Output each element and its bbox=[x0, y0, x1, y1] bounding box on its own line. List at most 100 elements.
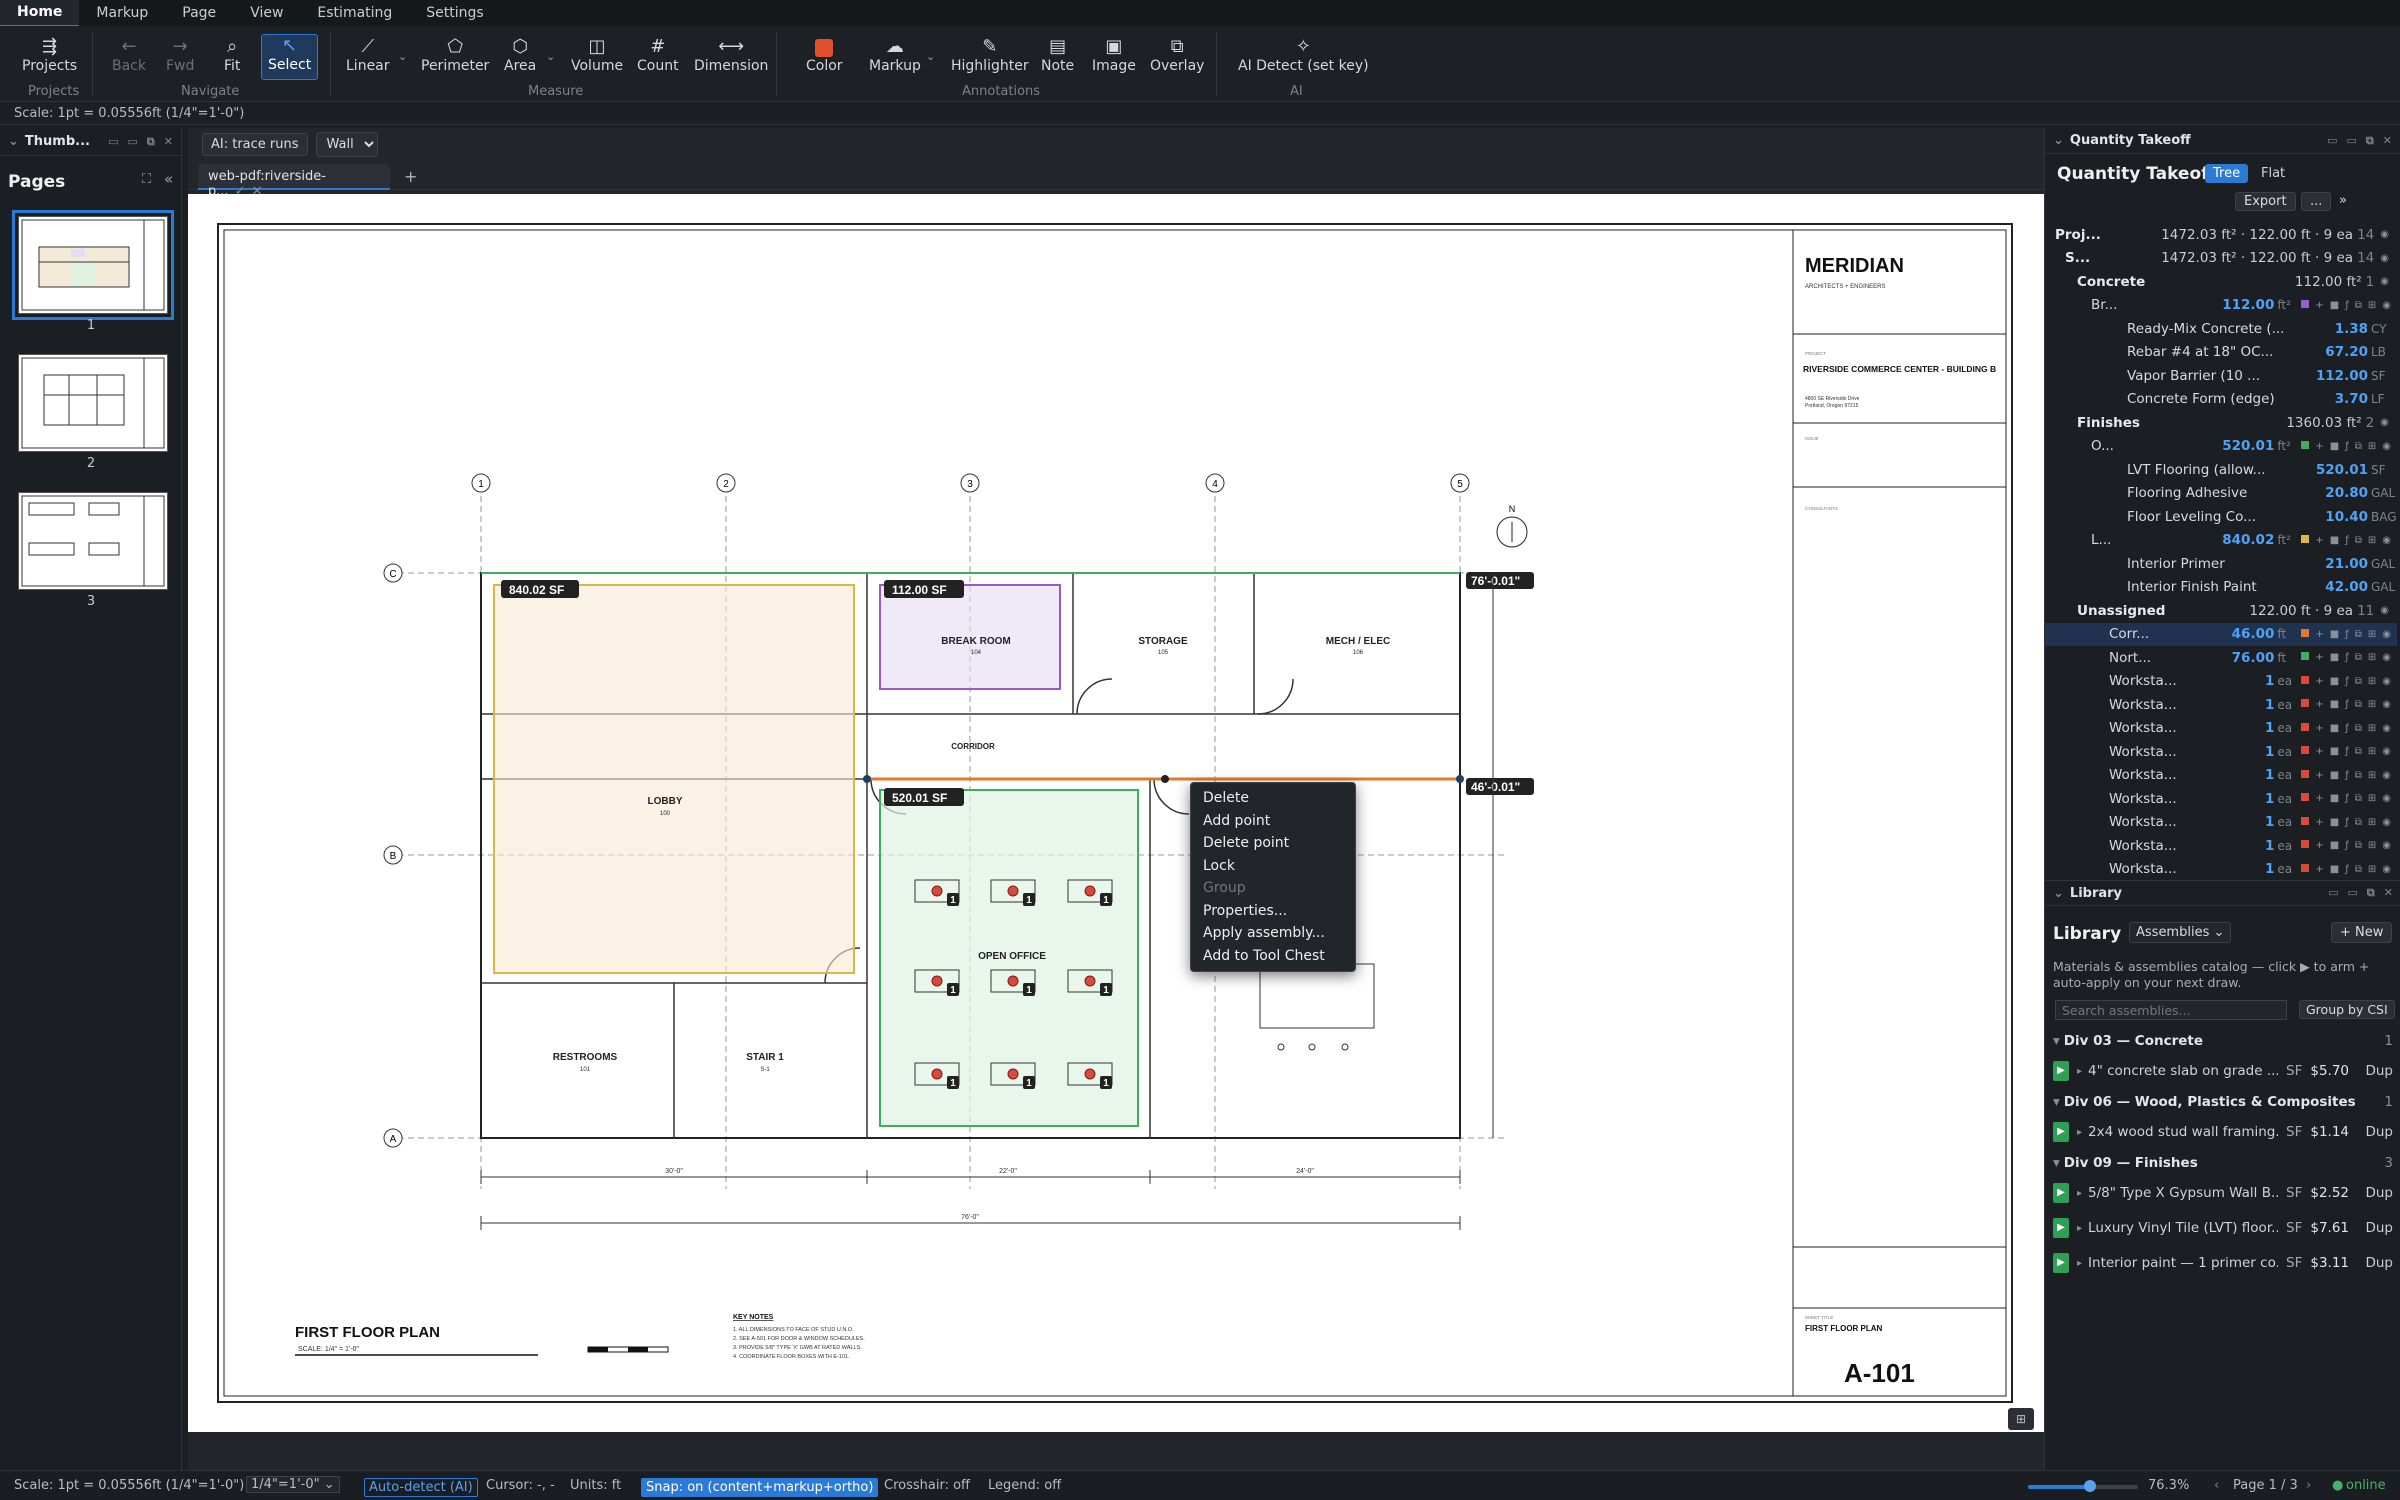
assembly-row[interactable]: ▶ ▸ Luxury Vinyl Tile (LVT) floor... SF $7.6… bbox=[2053, 1215, 2393, 1241]
menu-estimating[interactable]: Estimating bbox=[300, 0, 409, 26]
corridor-vertex-end[interactable] bbox=[1456, 775, 1464, 783]
note-tool-button[interactable]: ▤ Note bbox=[1041, 36, 1074, 84]
next-page-icon[interactable]: › bbox=[2306, 1478, 2311, 1493]
ctx-delete-point[interactable]: Delete point bbox=[1191, 832, 1355, 855]
pin-icon[interactable]: + bbox=[2315, 300, 2323, 311]
ctx-properties[interactable]: Properties... bbox=[1191, 900, 1355, 923]
document-tab[interactable]: web-pdf:riverside-p... ✓ ✕ bbox=[198, 164, 390, 199]
ctx-add-point[interactable]: Add point bbox=[1191, 810, 1355, 833]
export-button[interactable]: Export bbox=[2235, 192, 2296, 211]
duplicate-button[interactable]: Dup bbox=[2365, 1220, 2393, 1236]
color-swatch-icon[interactable] bbox=[2301, 863, 2310, 872]
count-tool-button[interactable]: # Count bbox=[637, 36, 679, 84]
corridor-vertex-start[interactable] bbox=[863, 775, 871, 783]
dock-bottom-icon[interactable]: ▭ bbox=[128, 135, 138, 149]
takeoff-row[interactable]: Rebar #4 at 18" OC... 67.20 LB bbox=[2045, 341, 2397, 365]
visibility-eye-icon[interactable]: ◉ bbox=[2382, 746, 2391, 757]
visibility-eye-icon[interactable]: ◉ bbox=[2382, 770, 2391, 781]
library-type-select[interactable]: Assemblies ⌄ bbox=[2129, 922, 2232, 943]
pin-icon[interactable]: + bbox=[2315, 793, 2323, 804]
dock-icon[interactable]: ▭ bbox=[2328, 886, 2338, 900]
expand-chevron-icon[interactable]: ▸ bbox=[2077, 1127, 2082, 1138]
pin-icon[interactable]: + bbox=[2315, 840, 2323, 851]
table-icon[interactable]: ⊞ bbox=[2368, 864, 2376, 875]
formula-icon[interactable]: ƒ bbox=[2345, 300, 2349, 311]
takeoff-row[interactable]: Proj... 1472.03 ft² · 122.00 ft · 9 ea 14 ◉ bbox=[2045, 223, 2397, 247]
expand-icon[interactable]: ⛶ bbox=[142, 172, 151, 187]
copy-icon[interactable]: ⧉ bbox=[2355, 535, 2362, 546]
visibility-eye-icon[interactable]: ◉ bbox=[2382, 723, 2391, 734]
page-thumbnail-1[interactable] bbox=[12, 210, 174, 320]
formula-icon[interactable]: ƒ bbox=[2345, 652, 2349, 663]
pin-icon[interactable]: + bbox=[2315, 746, 2323, 757]
perimeter-tool-button[interactable]: ⬠ Perimeter bbox=[421, 36, 489, 84]
duplicate-button[interactable]: Dup bbox=[2365, 1255, 2393, 1271]
visibility-eye-icon[interactable]: ◉ bbox=[2382, 629, 2391, 640]
float-icon[interactable]: ⧉ bbox=[2366, 134, 2374, 148]
linear-dropdown-icon[interactable]: ⌄ bbox=[398, 50, 407, 63]
color-swatch-icon[interactable] bbox=[2301, 793, 2310, 802]
menu-home[interactable]: Home bbox=[0, 0, 80, 27]
takeoff-row[interactable]: Worksta... 1 ea + ■ ƒ ⧉ ⊞ ◉ bbox=[2045, 764, 2397, 788]
lobby-area-measurement[interactable] bbox=[493, 584, 855, 974]
visibility-eye-icon[interactable]: ◉ bbox=[2380, 276, 2389, 287]
takeoff-row[interactable]: Worksta... 1 ea + ■ ƒ ⧉ ⊞ ◉ bbox=[2045, 717, 2397, 741]
takeoff-row[interactable]: Corr... 46.00 ft + ■ ƒ ⧉ ⊞ ◉ bbox=[2045, 622, 2397, 646]
more-options-button[interactable]: ... bbox=[2301, 192, 2332, 211]
library-division-header[interactable]: ▾ Div 03 — Concrete 1 bbox=[2053, 1028, 2393, 1054]
collapse-right-icon[interactable]: » bbox=[2333, 192, 2353, 209]
takeoff-row[interactable]: O... 520.01 ft² + ■ ƒ ⧉ ⊞ ◉ bbox=[2045, 435, 2397, 459]
visibility-eye-icon[interactable]: ◉ bbox=[2382, 840, 2391, 851]
takeoff-row[interactable]: Floor Leveling Co... 10.40 BAG bbox=[2045, 505, 2397, 529]
takeoff-row[interactable]: Flooring Adhesive 20.80 GAL bbox=[2045, 482, 2397, 506]
collapse-chevron-icon[interactable]: ⌄ bbox=[2053, 886, 2064, 901]
drawing-sheet[interactable]: 1 2 3 4 5 C B A N LOBBY 100 BREAK ROOM 1… bbox=[188, 194, 2044, 1432]
takeoff-row[interactable]: Worksta... 1 ea + ■ ƒ ⧉ ⊞ ◉ bbox=[2045, 693, 2397, 717]
formula-icon[interactable]: ƒ bbox=[2345, 746, 2349, 757]
takeoff-row[interactable]: Nort... 76.00 ft + ■ ƒ ⧉ ⊞ ◉ bbox=[2045, 646, 2397, 670]
assembly-row[interactable]: ▶ ▸ Interior paint — 1 primer co... SF $3.11… bbox=[2053, 1250, 2393, 1276]
ai-detect-button[interactable]: ✧ AI Detect (set key) bbox=[1238, 36, 1369, 84]
color-swatch-icon[interactable] bbox=[2301, 628, 2310, 637]
float-icon[interactable]: ⧉ bbox=[2367, 886, 2375, 900]
visibility-eye-icon[interactable]: ◉ bbox=[2382, 793, 2391, 804]
close-icon[interactable]: ✕ bbox=[2384, 886, 2393, 900]
linear-tool-button[interactable]: ⟋ Linear bbox=[346, 36, 390, 84]
menu-page[interactable]: Page bbox=[165, 0, 233, 26]
auto-detect-toggle[interactable]: Auto-detect (AI) bbox=[364, 1478, 478, 1497]
markup-dropdown-icon[interactable]: ⌄ bbox=[926, 50, 935, 63]
dimension-tool-button[interactable]: ⟷ Dimension bbox=[694, 36, 768, 84]
copy-icon[interactable]: ⧉ bbox=[2355, 676, 2362, 687]
takeoff-row[interactable]: Vapor Barrier (10 ... 112.00 SF bbox=[2045, 364, 2397, 388]
formula-icon[interactable]: ƒ bbox=[2345, 864, 2349, 875]
copy-icon[interactable]: ⧉ bbox=[2355, 441, 2362, 452]
back-button[interactable]: ← Back bbox=[112, 36, 146, 84]
fill-icon[interactable]: ■ bbox=[2330, 300, 2339, 311]
color-swatch-icon[interactable] bbox=[2301, 722, 2310, 731]
overlay-tool-button[interactable]: ⧉ Overlay bbox=[1150, 36, 1204, 84]
copy-icon[interactable]: ⧉ bbox=[2355, 300, 2362, 311]
dock-bottom-icon[interactable]: ▭ bbox=[2348, 886, 2358, 900]
formula-icon[interactable]: ƒ bbox=[2345, 793, 2349, 804]
fill-icon[interactable]: ■ bbox=[2330, 770, 2339, 781]
color-swatch-icon[interactable] bbox=[2301, 534, 2310, 543]
table-icon[interactable]: ⊞ bbox=[2368, 652, 2376, 663]
takeoff-row[interactable]: Interior Primer 21.00 GAL bbox=[2045, 552, 2397, 576]
grid-toggle-icon[interactable]: ⊞ bbox=[2008, 1408, 2034, 1430]
snap-toggle[interactable]: Snap: on (content+markup+ortho) bbox=[641, 1478, 879, 1497]
table-icon[interactable]: ⊞ bbox=[2368, 676, 2376, 687]
scale-select[interactable]: 1/4"=1'-0" ⌄ bbox=[246, 1476, 340, 1493]
dock-icon[interactable]: ▭ bbox=[2327, 134, 2337, 148]
pin-icon[interactable]: + bbox=[2315, 629, 2323, 640]
collapse-left-icon[interactable]: « bbox=[164, 170, 173, 188]
assembly-search-input[interactable] bbox=[2055, 1000, 2287, 1020]
select-button[interactable]: ↖ Select bbox=[261, 34, 319, 80]
new-tab-icon[interactable]: + bbox=[404, 167, 417, 186]
takeoff-row[interactable]: Ready-Mix Concrete (... 1.38 CY bbox=[2045, 317, 2397, 341]
pin-icon[interactable]: + bbox=[2315, 652, 2323, 663]
color-swatch-icon[interactable] bbox=[2301, 440, 2310, 449]
pin-icon[interactable]: + bbox=[2315, 699, 2323, 710]
takeoff-row[interactable]: L... 840.02 ft² + ■ ƒ ⧉ ⊞ ◉ bbox=[2045, 529, 2397, 553]
expand-chevron-icon[interactable]: ▸ bbox=[2077, 1258, 2082, 1269]
arm-play-icon[interactable]: ▶ bbox=[2053, 1183, 2069, 1203]
